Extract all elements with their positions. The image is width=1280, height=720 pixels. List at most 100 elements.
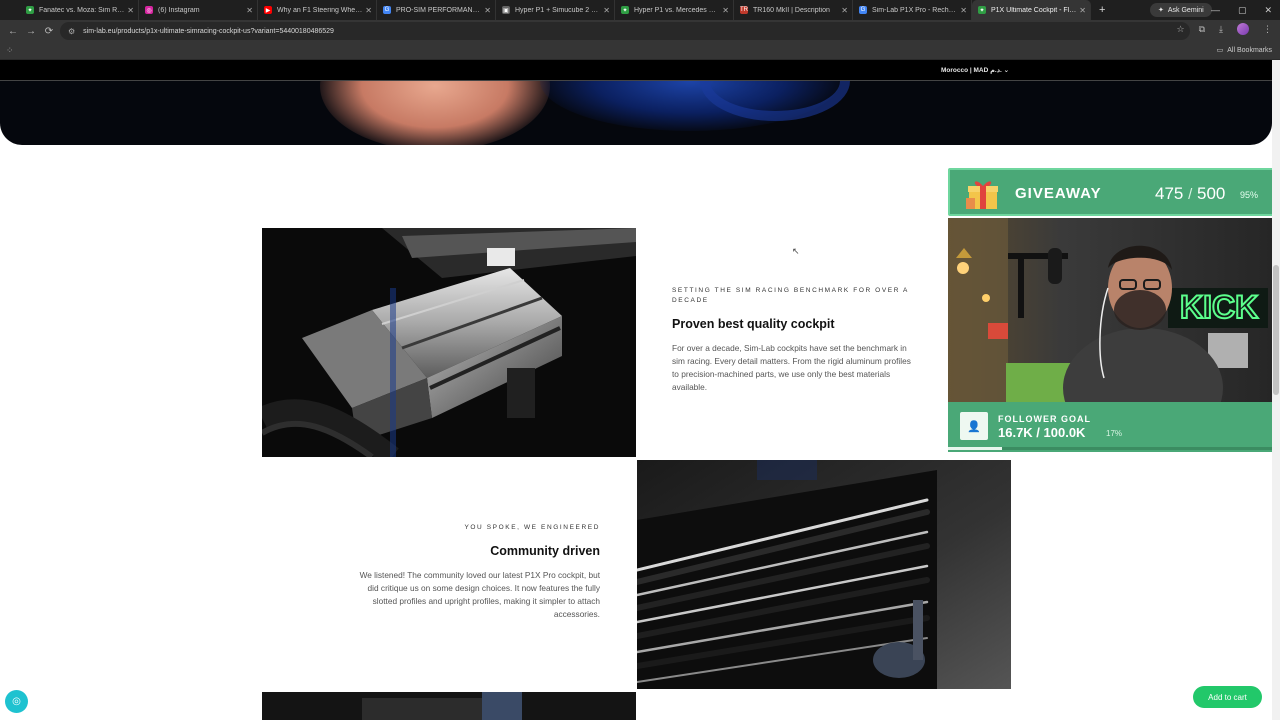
forward-icon[interactable]: → bbox=[22, 26, 40, 37]
site-info-icon[interactable]: ⚙ bbox=[68, 27, 75, 36]
browser-tab-strip: ✦Fanatec vs. Moza: Sim Racing M✕◎(6) Ins… bbox=[0, 0, 1280, 20]
chat-bubble-button[interactable]: ◎ bbox=[5, 690, 28, 713]
browser-tab[interactable]: ✦ Fanatec vs. Moza: Sim Racing M✕ bbox=[20, 0, 139, 20]
follower-goal-percent: 17% bbox=[1106, 429, 1123, 438]
tab-favicon-icon: ✦ bbox=[26, 6, 34, 14]
tab-favicon-icon: G bbox=[383, 6, 391, 14]
back-icon[interactable]: ← bbox=[4, 26, 22, 37]
new-tab-button[interactable]: + bbox=[1099, 4, 1105, 16]
tab-favicon-icon: ◎ bbox=[145, 6, 153, 14]
address-toolbar: ← → ⟳ ⚙ sim-lab.eu/products/p1x-ultimate… bbox=[0, 20, 1280, 42]
tab-favicon-icon: ▶ bbox=[264, 6, 272, 14]
browser-tab[interactable]: ◎ (6) Instagram ✕ bbox=[139, 0, 258, 20]
follower-goal-widget: 👤 FOLLOWER GOAL 16.7K / 100.0K 17% bbox=[948, 402, 1274, 452]
apps-icon[interactable]: ⁘ bbox=[6, 45, 14, 56]
close-tab-icon[interactable]: ✕ bbox=[127, 6, 134, 15]
close-tab-icon[interactable]: ✕ bbox=[841, 6, 848, 15]
toolbar-actions: ☆ ⧉ ⤓ ⋮ bbox=[1177, 23, 1272, 35]
tab-title: Sim-Lab P1X Pro - Recherche G bbox=[872, 6, 957, 14]
browser-tab[interactable]: ✦ P1X Ultimate Cockpit - Flagship✕ bbox=[972, 0, 1091, 20]
tab-title: (6) Instagram bbox=[158, 6, 200, 14]
minimize-icon[interactable]: — bbox=[1211, 5, 1220, 15]
chat-icon: ◎ bbox=[12, 696, 21, 707]
mouse-cursor-icon: ↖ bbox=[792, 246, 800, 256]
all-bookmarks-label: All Bookmarks bbox=[1227, 46, 1272, 54]
follower-goal-label: FOLLOWER GOAL bbox=[998, 414, 1091, 424]
streamer-webcam: KICK bbox=[948, 218, 1274, 402]
reload-icon[interactable]: ⟳ bbox=[40, 26, 58, 37]
tab-title: Why an F1 Steering Wheel Cost bbox=[277, 6, 362, 14]
store-header-bar: Morocco | MAD د.م. ⌄ bbox=[0, 60, 1272, 81]
ask-gemini-label: Ask Gemini bbox=[1167, 6, 1204, 14]
bookmark-star-icon[interactable]: ☆ bbox=[1177, 24, 1185, 35]
gift-icon bbox=[966, 181, 998, 209]
slotted-profile-image bbox=[637, 460, 1011, 689]
close-tab-icon[interactable]: ✕ bbox=[484, 6, 491, 15]
close-tab-icon[interactable]: ✕ bbox=[603, 6, 610, 15]
close-tab-icon[interactable]: ✕ bbox=[246, 6, 253, 15]
web-page: Morocco | MAD د.م. ⌄ SETTING THE SIM RAC… bbox=[0, 60, 1280, 720]
giveaway-percent: 95% bbox=[1240, 190, 1259, 200]
maximize-icon[interactable]: ▢ bbox=[1238, 5, 1247, 16]
browser-tab[interactable]: ✦ Hyper P1 vs. Mercedes F1 Whe✕ bbox=[615, 0, 734, 20]
scrollbar-thumb[interactable] bbox=[1273, 265, 1279, 395]
cockpit-detail-image bbox=[262, 692, 636, 720]
hero-image bbox=[0, 81, 1272, 145]
browser-tab[interactable]: TR TR160 MkII | Description ✕ bbox=[734, 0, 853, 20]
quality-section-text: SETTING THE SIM RACING BENCHMARK FOR OVE… bbox=[672, 286, 912, 394]
gemini-icon: ✦ bbox=[1158, 7, 1164, 14]
quality-heading: Proven best quality cockpit bbox=[672, 317, 835, 331]
community-description: We listened! The community loved our lat… bbox=[359, 570, 600, 619]
tab-favicon-icon: ▣ bbox=[502, 6, 510, 14]
bookmarks-bar: ⁘ ▭ All Bookmarks bbox=[0, 42, 1280, 60]
ask-gemini-button[interactable]: ✦ Ask Gemini bbox=[1150, 3, 1212, 17]
browser-tab[interactable]: ▶ Why an F1 Steering Wheel Cost✕ bbox=[258, 0, 377, 20]
browser-tab[interactable]: ▣ Hyper P1 + Simucube 2 Pro Bu✕ bbox=[496, 0, 615, 20]
url-bar[interactable]: ⚙ sim-lab.eu/products/p1x-ultimate-simra… bbox=[60, 22, 1190, 40]
tab-favicon-icon: G bbox=[859, 6, 867, 14]
giveaway-separator: / bbox=[1188, 186, 1193, 203]
giveaway-goal: 500 bbox=[1197, 184, 1226, 203]
window-controls: — ▢ ✕ bbox=[1211, 0, 1272, 20]
url-text: sim-lab.eu/products/p1x-ultimate-simraci… bbox=[83, 27, 334, 35]
tab-title: PRO-SIM PERFORMANCE - Rec bbox=[396, 6, 482, 14]
giveaway-current: 475 bbox=[1155, 184, 1184, 203]
locale-selector[interactable]: Morocco | MAD د.م. ⌄ bbox=[941, 66, 1009, 74]
tab-title: TR160 MkII | Description bbox=[753, 6, 830, 14]
community-heading: Community driven bbox=[490, 544, 600, 558]
locale-label: Morocco | MAD د.م. bbox=[941, 67, 1002, 74]
menu-icon[interactable]: ⋮ bbox=[1263, 24, 1272, 35]
close-tab-icon[interactable]: ✕ bbox=[1079, 6, 1086, 15]
close-window-icon[interactable]: ✕ bbox=[1264, 5, 1272, 16]
chevron-down-icon: ⌄ bbox=[1003, 67, 1010, 74]
folder-icon: ▭ bbox=[1216, 47, 1224, 54]
community-eyebrow: YOU SPOKE, WE ENGINEERED bbox=[464, 524, 600, 531]
all-bookmarks-button[interactable]: ▭ All Bookmarks bbox=[1216, 46, 1272, 55]
tab-favicon-icon: TR bbox=[740, 6, 748, 14]
tab-title: Hyper P1 + Simucube 2 Pro Bu bbox=[515, 6, 600, 14]
browser-tab[interactable]: G PRO-SIM PERFORMANCE - Rec✕ bbox=[377, 0, 496, 20]
close-tab-icon[interactable]: ✕ bbox=[960, 6, 967, 15]
cockpit-profile-image bbox=[262, 228, 636, 457]
extensions-icon[interactable]: ⧉ bbox=[1199, 24, 1205, 35]
giveaway-label: GIVEAWAY bbox=[1015, 185, 1102, 202]
browser-tab[interactable]: G Sim-Lab P1X Pro - Recherche G✕ bbox=[853, 0, 972, 20]
downloads-icon[interactable]: ⤓ bbox=[1219, 24, 1223, 35]
community-section-text: YOU SPOKE, WE ENGINEERED Community drive… bbox=[350, 523, 600, 621]
tab-favicon-icon: ✦ bbox=[978, 6, 986, 14]
tab-list: ✦Fanatec vs. Moza: Sim Racing M✕◎(6) Ins… bbox=[20, 0, 1091, 20]
add-to-cart-button[interactable]: Add to cart bbox=[1193, 686, 1262, 708]
follower-progress-fill bbox=[948, 447, 1003, 450]
neon-sign-text: KICK bbox=[1180, 289, 1258, 325]
tab-title: P1X Ultimate Cockpit - Flagship bbox=[991, 6, 1077, 14]
tab-favicon-icon: ✦ bbox=[621, 6, 629, 14]
quality-description: For over a decade, Sim-Lab cockpits have… bbox=[672, 343, 911, 392]
tab-title: Fanatec vs. Moza: Sim Racing M bbox=[39, 6, 125, 14]
profile-avatar[interactable] bbox=[1237, 23, 1249, 35]
page-scrollbar[interactable] bbox=[1272, 60, 1280, 720]
giveaway-count: 475 / 500 bbox=[1155, 184, 1225, 204]
close-tab-icon[interactable]: ✕ bbox=[365, 6, 372, 15]
follower-goal-value: 16.7K / 100.0K bbox=[998, 425, 1086, 440]
user-icon: 👤 bbox=[960, 412, 988, 440]
close-tab-icon[interactable]: ✕ bbox=[722, 6, 729, 15]
